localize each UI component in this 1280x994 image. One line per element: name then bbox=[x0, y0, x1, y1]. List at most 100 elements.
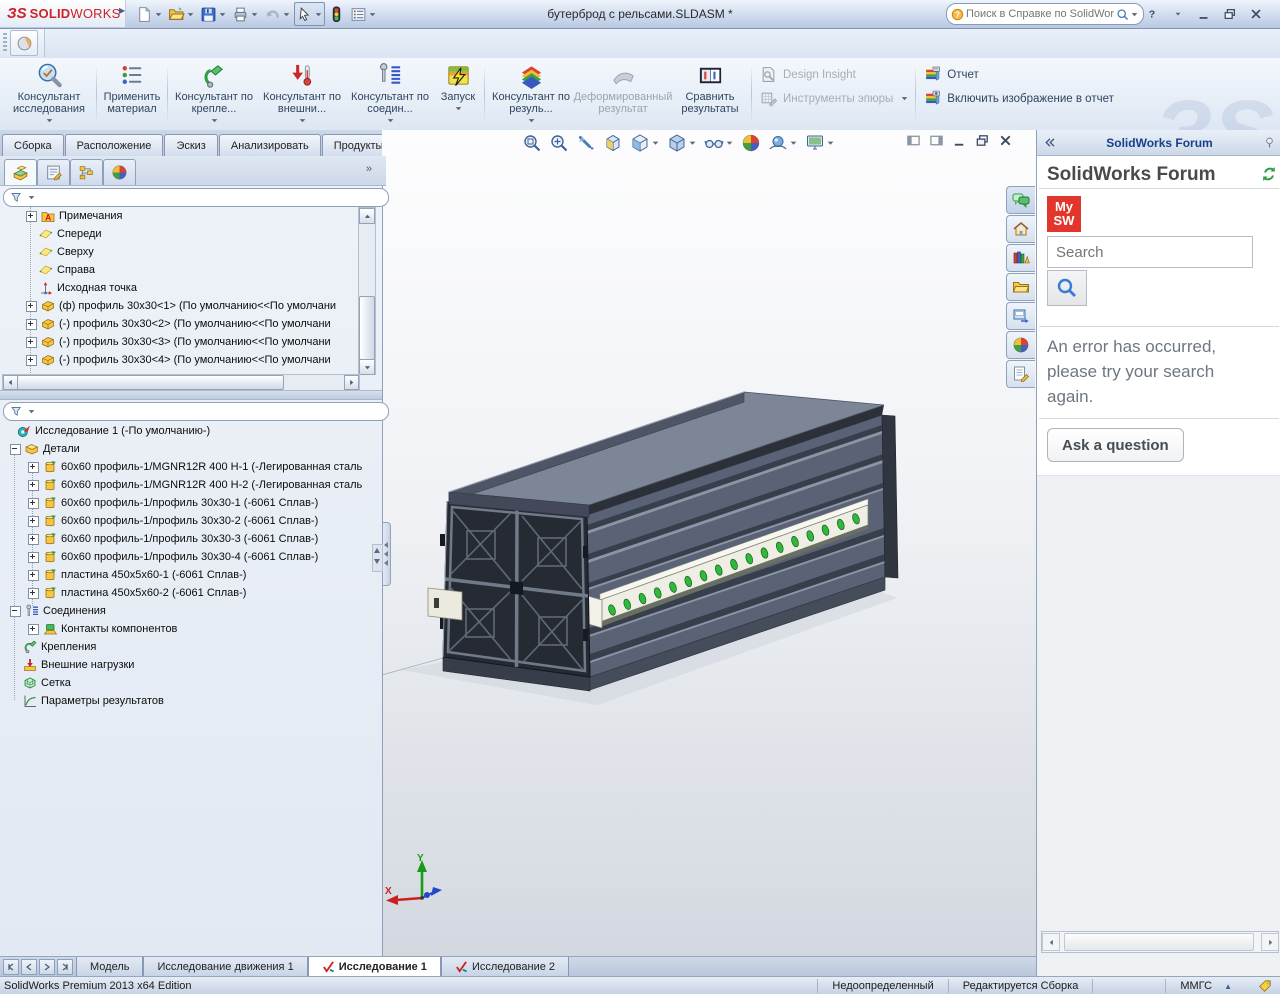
new-document-dropdown-icon[interactable] bbox=[154, 10, 163, 19]
expand-plus-icon[interactable] bbox=[28, 552, 39, 563]
expand-plus-icon[interactable] bbox=[28, 480, 39, 491]
taskpane-tab-solidworks-resources[interactable] bbox=[1006, 215, 1035, 243]
ribbon-button-fixtures-advisor[interactable]: Консультант по крепле... bbox=[170, 58, 258, 130]
tree-item[interactable]: AПримечания bbox=[0, 207, 358, 225]
pushpin-icon[interactable] bbox=[1263, 136, 1276, 149]
ribbon-item-report[interactable]: Отчет bbox=[924, 66, 1114, 83]
external-loads-advisor-dropdown-icon[interactable] bbox=[298, 116, 307, 125]
new-document-button[interactable] bbox=[134, 2, 165, 26]
tab-scroll-next-button[interactable] bbox=[39, 959, 55, 975]
hud-previous-view-button[interactable] bbox=[576, 133, 596, 153]
hud-view-orientation-button[interactable] bbox=[630, 133, 660, 153]
pane-left-button[interactable] bbox=[906, 133, 921, 151]
tree-item[interactable]: (-) профиль 30x30<2> (По умолчанию<<По у… bbox=[0, 315, 358, 333]
forum-hscrollbar[interactable] bbox=[1041, 931, 1279, 953]
taskpane-tab-file-explorer[interactable] bbox=[1006, 273, 1035, 301]
filter-dropdown-icon[interactable] bbox=[27, 407, 36, 416]
hud-section-view-button[interactable] bbox=[603, 133, 623, 153]
taskpane-tab-solidworks-forum[interactable] bbox=[1006, 186, 1035, 214]
tree-item[interactable]: пластина 450x5x60-2 (-6061 Сплав-) bbox=[0, 584, 374, 602]
scroll-thumb[interactable] bbox=[1064, 933, 1254, 951]
tab-эскиз[interactable]: Эскиз bbox=[164, 134, 217, 156]
search-icon[interactable] bbox=[1116, 8, 1129, 21]
tree-item[interactable]: 60x60 профиль-1/профиль 30x30-3 (-6061 С… bbox=[0, 530, 374, 548]
units-dropdown-icon[interactable]: ▲ bbox=[1224, 982, 1232, 991]
scroll-right-icon[interactable] bbox=[1261, 933, 1279, 951]
tree-item[interactable]: 60x60 профиль-1/MGNR12R 400 H-1 (-Легиро… bbox=[0, 458, 374, 476]
pane-right-button[interactable] bbox=[929, 133, 944, 151]
overflow-chevron-icon[interactable]: » bbox=[366, 163, 372, 175]
taskpane-tab-view-palette[interactable] bbox=[1006, 302, 1035, 330]
study-tab-исследование-1[interactable]: Исследование 1 bbox=[308, 957, 441, 977]
help-button[interactable]: ? bbox=[1142, 5, 1162, 23]
manager-tab-featuremanager[interactable] bbox=[4, 159, 37, 185]
hide-show-items-dropdown-icon[interactable] bbox=[725, 139, 734, 148]
save-button[interactable] bbox=[198, 2, 229, 26]
tree-item[interactable]: Исходная точка bbox=[0, 279, 358, 297]
appearance-palette-button[interactable] bbox=[10, 30, 38, 56]
study-advisor-dropdown-icon[interactable] bbox=[45, 116, 54, 125]
help-search-box[interactable]: ? bbox=[946, 3, 1144, 25]
hud-view-settings-button[interactable] bbox=[805, 133, 835, 153]
open-dropdown-icon[interactable] bbox=[186, 10, 195, 19]
tree-item[interactable]: (ф) профиль 30x30<1> (По умолчанию<<По у… bbox=[0, 297, 358, 315]
ribbon-button-connections-advisor[interactable]: Консультант по соедин... bbox=[346, 58, 434, 130]
print-button[interactable] bbox=[230, 2, 261, 26]
scroll-down-icon[interactable] bbox=[359, 359, 375, 375]
status-tag-icon[interactable] bbox=[1258, 979, 1272, 993]
taskpane-tab-custom-properties[interactable] bbox=[1006, 360, 1035, 388]
scroll-left-icon[interactable] bbox=[1042, 933, 1060, 951]
manager-tab-configurationmanager[interactable] bbox=[70, 159, 103, 185]
hud-edit-appearance-button[interactable] bbox=[741, 133, 761, 153]
connections-advisor-dropdown-icon[interactable] bbox=[386, 116, 395, 125]
manager-tab-dimxpert[interactable] bbox=[103, 159, 136, 185]
tree-item[interactable]: (-) профиль 30x30<3> (По умолчанию<<По у… bbox=[0, 333, 358, 351]
search-dropdown-icon[interactable] bbox=[1130, 10, 1139, 19]
fixtures-advisor-dropdown-icon[interactable] bbox=[210, 116, 219, 125]
tree-item[interactable]: Исследование 1 (-По умолчанию-) bbox=[0, 422, 374, 440]
tab-расположение[interactable]: Расположение bbox=[65, 134, 164, 156]
tree-item[interactable]: (-) профиль 30x30<4> (По умолчанию<<По у… bbox=[0, 351, 358, 369]
plot-tools-dropdown-icon[interactable] bbox=[900, 94, 909, 103]
ribbon-item-plot-tools[interactable]: Инструменты эпюры bbox=[760, 90, 909, 107]
3d-model-assembly[interactable] bbox=[382, 130, 1036, 956]
tree-item[interactable]: 60x60 профиль-1/профиль 30x30-2 (-6061 С… bbox=[0, 512, 374, 530]
expand-plus-icon[interactable] bbox=[28, 588, 39, 599]
study-tree-scroll-hint[interactable] bbox=[372, 544, 383, 572]
toolbar-expand-icon[interactable]: ▶ bbox=[119, 6, 129, 22]
print-dropdown-icon[interactable] bbox=[250, 10, 259, 19]
tree-item[interactable]: Параметры результатов bbox=[0, 692, 374, 710]
forum-search-input[interactable] bbox=[1048, 244, 1252, 261]
taskpane-tab-appearances-scenes[interactable] bbox=[1006, 331, 1035, 359]
ribbon-item-design-insight[interactable]: Design Insight bbox=[760, 66, 909, 83]
tab-анализировать[interactable]: Анализировать bbox=[219, 134, 321, 156]
chevron-down-icon[interactable] bbox=[1130, 10, 1139, 19]
tree-item[interactable]: Соединения bbox=[0, 602, 374, 620]
ribbon-item-include-image-report[interactable]: Включить изображение в отчет bbox=[924, 90, 1114, 107]
minimize-button[interactable] bbox=[1194, 5, 1214, 23]
tree-item[interactable]: 60x60 профиль-1/профиль 30x30-4 (-6061 С… bbox=[0, 548, 374, 566]
scroll-right-icon[interactable] bbox=[344, 375, 359, 390]
expand-plus-icon[interactable] bbox=[26, 337, 37, 348]
tree-item[interactable]: Сетка bbox=[0, 674, 374, 692]
collapse-left-icon[interactable] bbox=[1043, 136, 1056, 149]
tree-item[interactable]: Детали bbox=[0, 440, 374, 458]
expand-minus-icon[interactable] bbox=[10, 606, 21, 617]
expand-plus-icon[interactable] bbox=[28, 498, 39, 509]
expand-plus-icon[interactable] bbox=[26, 373, 37, 374]
search-icon[interactable] bbox=[1116, 8, 1129, 21]
ribbon-button-run[interactable]: Запуск bbox=[434, 58, 482, 130]
interference-check-button[interactable] bbox=[326, 2, 347, 26]
open-button[interactable] bbox=[166, 2, 197, 26]
tab-scroll-last-button[interactable] bbox=[57, 959, 73, 975]
panel-splitter-handle[interactable] bbox=[382, 522, 391, 586]
forum-search-button[interactable] bbox=[1047, 270, 1087, 306]
view-settings-dropdown-icon[interactable] bbox=[826, 139, 835, 148]
tab-scroll-previous-button[interactable] bbox=[21, 959, 37, 975]
close-doc-button[interactable] bbox=[998, 133, 1013, 151]
hud-apply-scene-button[interactable] bbox=[768, 133, 798, 153]
expand-plus-icon[interactable] bbox=[26, 211, 37, 222]
restore-button[interactable] bbox=[1220, 5, 1240, 23]
scroll-up-icon[interactable] bbox=[359, 208, 375, 224]
expand-plus-icon[interactable] bbox=[28, 570, 39, 581]
